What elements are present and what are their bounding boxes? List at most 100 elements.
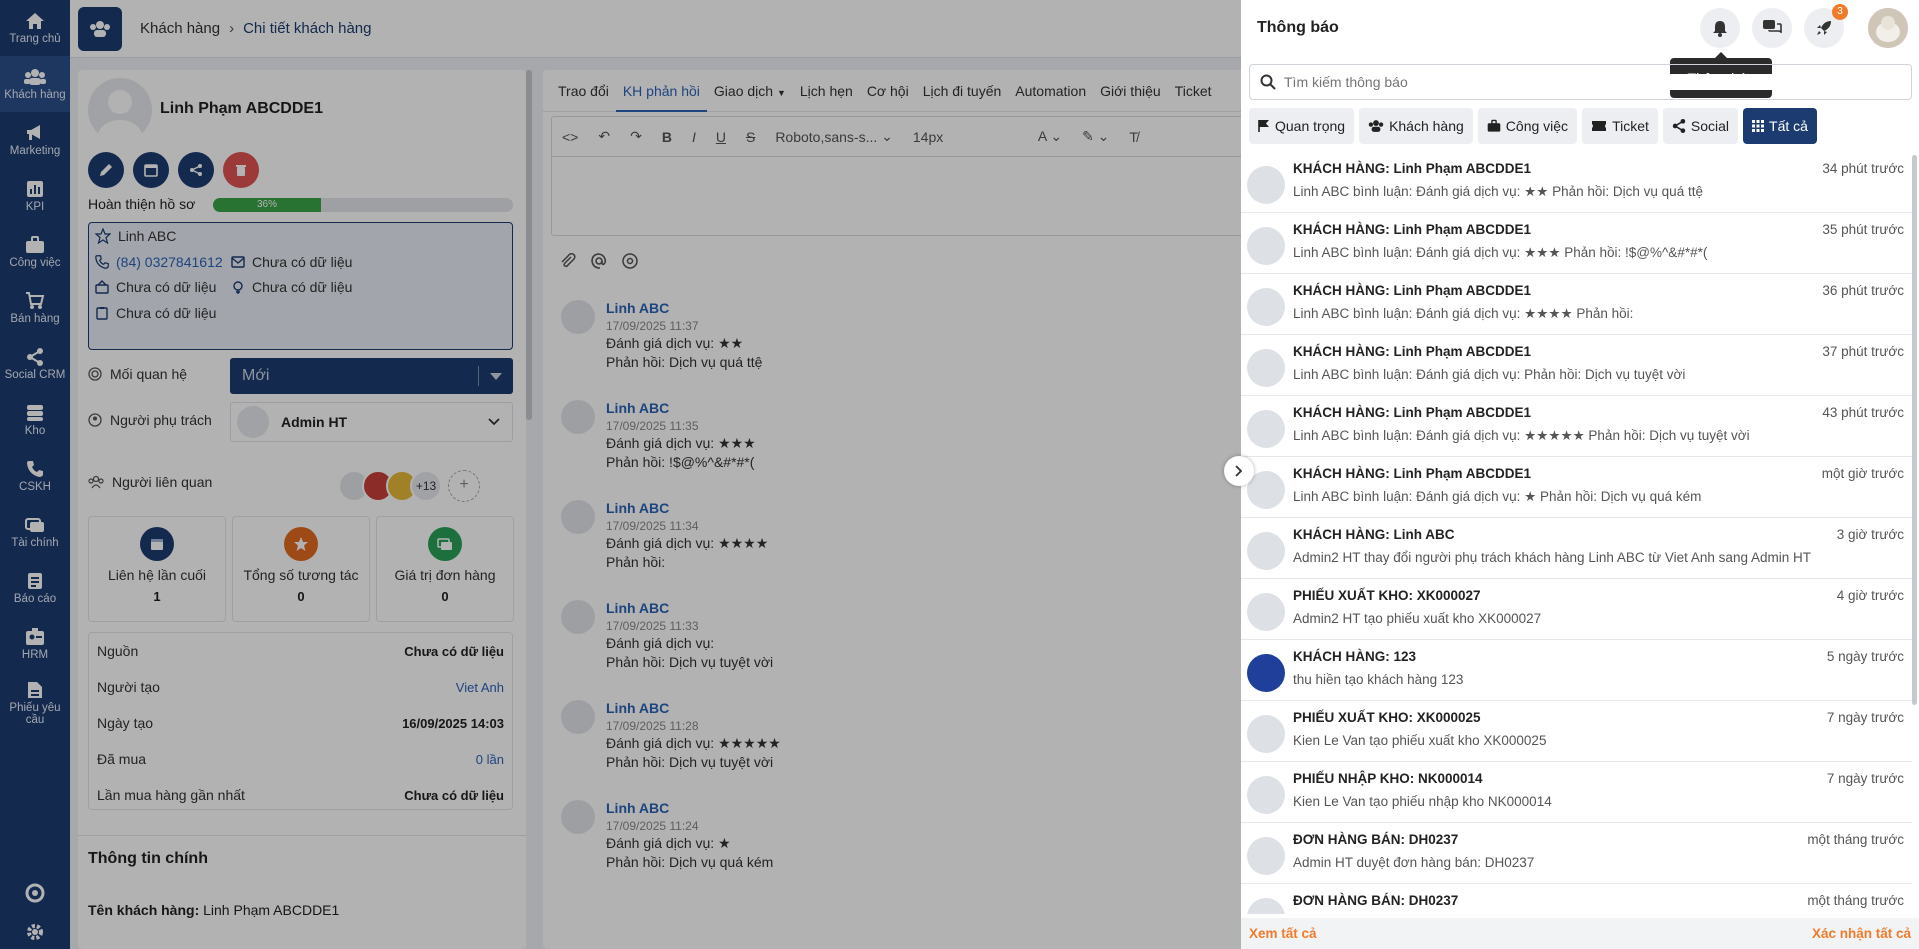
filter-all[interactable]: Tất cả [1743, 108, 1817, 144]
avatar [1247, 532, 1285, 570]
avatar [1247, 227, 1285, 265]
avatar [1247, 898, 1285, 914]
notification-list: KHÁCH HÀNG: Linh Phạm ABCDDE1 34 phút trư… [1241, 152, 1912, 914]
notification-title: PHIẾU XUẤT KHO: XK000025 [1293, 710, 1481, 725]
notification-time: 3 giờ trước [1836, 527, 1904, 542]
avatar [1247, 288, 1285, 326]
collapse-panel-button[interactable] [1224, 456, 1254, 486]
notification-title: PHIẾU XUẤT KHO: XK000027 [1293, 588, 1481, 603]
filter-label: Ticket [1612, 118, 1649, 134]
notification-item[interactable]: KHÁCH HÀNG: Linh ABC 3 giờ trước Admin2 HT… [1241, 518, 1912, 579]
filter-social[interactable]: Social [1662, 108, 1739, 144]
notification-title: KHÁCH HÀNG: Linh ABC [1293, 527, 1455, 542]
notification-title: KHÁCH HÀNG: Linh Phạm ABCDDE1 [1293, 466, 1532, 481]
filter-important[interactable]: Quan trọng [1249, 108, 1355, 144]
avatar [1247, 593, 1285, 631]
notification-title: ĐƠN HÀNG BÁN: DH0237 [1293, 832, 1459, 847]
notification-body: thu hiền tạo khách hàng 123 [1293, 672, 1464, 687]
notification-body: Linh ABC bình luận: Đánh giá dịch vụ: ★★… [1293, 306, 1634, 321]
notification-time: 34 phút trước [1822, 161, 1904, 176]
notification-item[interactable]: PHIẾU NHẬP KHO: NK000014 7 ngày trước Kien… [1241, 762, 1912, 823]
rocket-button[interactable]: 3 [1804, 4, 1848, 48]
filter-tasks[interactable]: Công việc [1477, 108, 1578, 144]
chevron-right-icon [1235, 465, 1243, 477]
user-avatar-button[interactable] [1868, 8, 1908, 48]
bell-button[interactable] [1700, 8, 1740, 48]
notification-filters: Quan trọng Khách hàng Công việc Ticket S… [1249, 108, 1822, 144]
notification-item[interactable]: PHIẾU XUẤT KHO: XK000025 7 ngày trước Kien… [1241, 701, 1912, 762]
notification-time: 43 phút trước [1822, 405, 1904, 420]
notification-body: Linh ABC bình luận: Đánh giá dịch vụ: ★★… [1293, 428, 1750, 443]
notification-time: 5 ngày trước [1826, 649, 1904, 664]
notification-body: Admin2 HT tạo phiếu xuất kho XK000027 [1293, 611, 1542, 626]
notification-time: một tháng trước [1807, 832, 1904, 847]
notification-item[interactable]: KHÁCH HÀNG: Linh Phạm ABCDDE1 36 phút trư… [1241, 274, 1912, 335]
notification-item[interactable]: ĐƠN HÀNG BÁN: DH0237 một tháng trước [1241, 884, 1912, 914]
bell-icon [1713, 21, 1727, 37]
notification-time: 4 giờ trước [1836, 588, 1904, 603]
avatar [1247, 837, 1285, 875]
notification-time: 35 phút trước [1822, 222, 1904, 237]
notification-title: ĐƠN HÀNG BÁN: DH0237 [1293, 893, 1459, 908]
notification-body: Admin2 HT thay đổi người phụ trách khách… [1293, 550, 1811, 565]
briefcase-icon [1487, 119, 1501, 132]
avatar [1247, 776, 1285, 814]
filter-label: Công việc [1505, 118, 1569, 134]
notification-body: Kien Le Van tạo phiếu nhập kho NK000014 [1293, 794, 1552, 809]
search-icon [1260, 74, 1276, 90]
filter-label: Khách hàng [1389, 118, 1464, 134]
filter-label: Tất cả [1769, 118, 1808, 134]
notification-body: Linh ABC bình luận: Đánh giá dịch vụ: ★ … [1293, 489, 1702, 504]
notification-title: KHÁCH HÀNG: Linh Phạm ABCDDE1 [1293, 405, 1532, 420]
avatar [1868, 8, 1908, 48]
rocket-icon [1817, 21, 1831, 35]
notification-item[interactable]: KHÁCH HÀNG: Linh Phạm ABCDDE1 34 phút trư… [1241, 152, 1912, 213]
notification-title: PHIẾU NHẬP KHO: NK000014 [1293, 771, 1483, 786]
chat-button[interactable] [1752, 8, 1792, 48]
notification-item[interactable]: ĐƠN HÀNG BÁN: DH0237 một tháng trước Admin… [1241, 823, 1912, 884]
users-icon [1368, 120, 1384, 132]
notification-body: Linh ABC bình luận: Đánh giá dịch vụ: ★★… [1293, 245, 1708, 260]
notification-badge: 3 [1832, 4, 1848, 20]
notification-search[interactable] [1249, 64, 1912, 100]
notification-time: 37 phút trước [1822, 344, 1904, 359]
notification-scrollbar[interactable] [1912, 155, 1917, 705]
notification-time: 7 ngày trước [1826, 710, 1904, 725]
notification-item[interactable]: KHÁCH HÀNG: Linh Phạm ABCDDE1 một giờ trư… [1241, 457, 1912, 518]
view-all-link[interactable]: Xem tất cả [1249, 926, 1317, 941]
flag-icon [1258, 120, 1269, 132]
notification-body: Kien Le Van tạo phiếu xuất kho XK000025 [1293, 733, 1547, 748]
backdrop-overlay[interactable] [0, 0, 1241, 949]
filter-customers[interactable]: Khách hàng [1359, 108, 1473, 144]
mark-all-read-link[interactable]: Xác nhận tất cả [1812, 926, 1911, 941]
filter-ticket[interactable]: Ticket [1582, 108, 1658, 144]
notification-item[interactable]: KHÁCH HÀNG: Linh Phạm ABCDDE1 35 phút trư… [1241, 213, 1912, 274]
ticket-icon [1592, 121, 1607, 131]
avatar [1247, 715, 1285, 753]
notification-time: 36 phút trước [1822, 283, 1904, 298]
notification-title: KHÁCH HÀNG: Linh Phạm ABCDDE1 [1293, 344, 1532, 359]
notification-time: 7 ngày trước [1826, 771, 1904, 786]
notification-footer: Xem tất cả Xác nhận tất cả [1241, 918, 1919, 949]
avatar [1247, 166, 1285, 204]
share-icon [1672, 119, 1686, 133]
chat-icon [1763, 20, 1782, 34]
filter-label: Social [1690, 118, 1730, 134]
filter-label: Quan trọng [1275, 118, 1346, 134]
notification-body: Admin HT duyệt đơn hàng bán: DH0237 [1293, 855, 1535, 870]
notification-title: KHÁCH HÀNG: Linh Phạm ABCDDE1 [1293, 283, 1532, 298]
notification-item[interactable]: KHÁCH HÀNG: 123 5 ngày trước thu hiền tạo … [1241, 640, 1912, 701]
avatar [1247, 410, 1285, 448]
avatar [1247, 654, 1285, 692]
notification-time: một tháng trước [1807, 893, 1904, 908]
notification-item[interactable]: PHIẾU XUẤT KHO: XK000027 4 giờ trước Admin… [1241, 579, 1912, 640]
notification-title: KHÁCH HÀNG: Linh Phạm ABCDDE1 [1293, 222, 1532, 237]
notification-body: Linh ABC bình luận: Đánh giá dịch vụ: Ph… [1293, 367, 1686, 382]
search-input[interactable] [1284, 74, 1844, 90]
notification-item[interactable]: KHÁCH HÀNG: Linh Phạm ABCDDE1 37 phút trư… [1241, 335, 1912, 396]
notification-title: KHÁCH HÀNG: 123 [1293, 649, 1417, 664]
notification-item[interactable]: KHÁCH HÀNG: Linh Phạm ABCDDE1 43 phút trư… [1241, 396, 1912, 457]
grid-icon [1752, 120, 1765, 132]
avatar [1247, 349, 1285, 387]
notification-title: KHÁCH HÀNG: Linh Phạm ABCDDE1 [1293, 161, 1532, 176]
